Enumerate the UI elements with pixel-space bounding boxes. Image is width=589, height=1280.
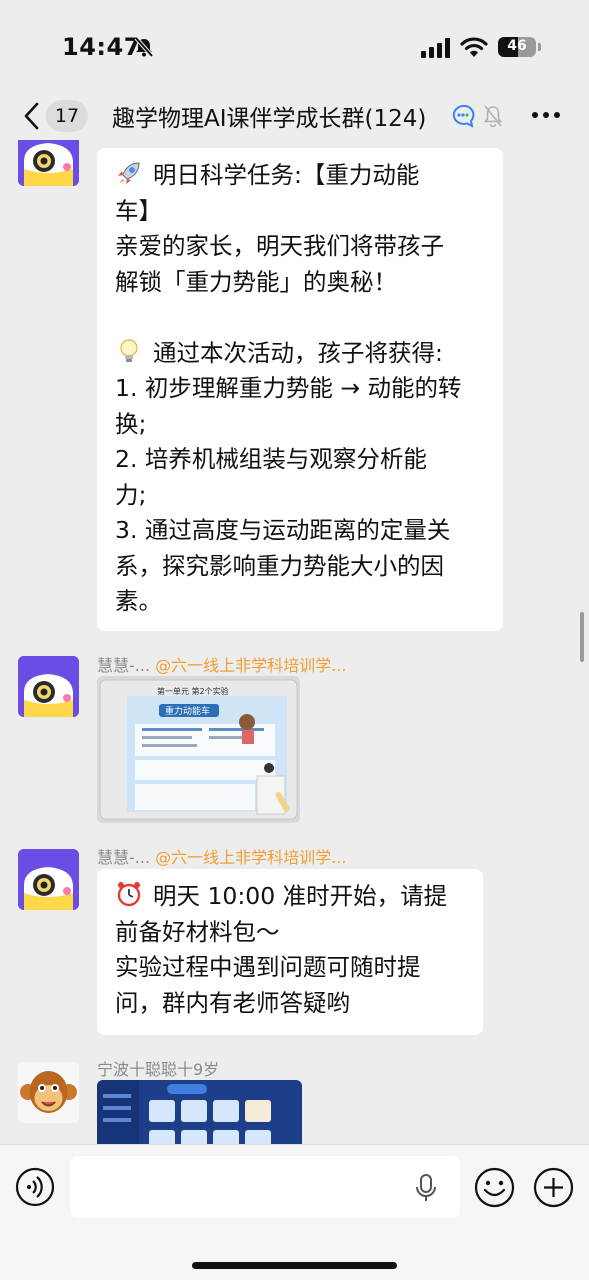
voice-icon[interactable] xyxy=(15,1167,55,1207)
sender-name: 慧慧-... @六一线上非学科培训学... xyxy=(97,844,346,868)
input-bar xyxy=(0,1144,589,1280)
message-line: 通过本次活动，孩子将获得: xyxy=(153,338,443,367)
app-screenshot-image xyxy=(97,1080,302,1144)
avatar[interactable] xyxy=(18,849,79,910)
message-bubble[interactable]: 明天 10:00 准时开始，请提 前备好材料包～ 实验过程中遇到问题可随时提 问… xyxy=(97,869,483,1035)
message-line: 换; xyxy=(115,409,147,438)
alarm-clock-icon xyxy=(117,882,141,907)
message-line: 前备好材料包～ xyxy=(115,917,280,946)
sender-label: 慧慧-... xyxy=(97,848,151,867)
bell-off-icon xyxy=(134,36,154,58)
avatar[interactable] xyxy=(18,140,79,186)
unread-count-badge[interactable]: 17 xyxy=(46,100,88,132)
microphone-icon[interactable] xyxy=(414,1173,438,1203)
image-card-title: 重力动能车 xyxy=(165,705,210,717)
message-line: 明天 10:00 准时开始，请提 xyxy=(153,882,448,910)
message-line: 2. 培养机械组装与观察分析能 xyxy=(115,445,427,473)
smiley-icon[interactable] xyxy=(474,1167,515,1208)
robot-avatar-icon xyxy=(18,849,79,910)
sender-name: 慧慧-... @六一线上非学科培训学... xyxy=(97,652,346,676)
rocket-icon xyxy=(118,162,140,184)
battery-tip xyxy=(538,43,541,51)
chat-ai-icon[interactable] xyxy=(450,103,476,129)
signal-icon xyxy=(421,38,450,58)
light-bulb-icon xyxy=(120,338,138,362)
battery-icon: 46 xyxy=(498,37,536,57)
message-line: 力; xyxy=(115,480,147,509)
sender-name: 宁波十聪聪十9岁 xyxy=(97,1060,220,1079)
status-bar: 14:47 46 xyxy=(0,0,589,92)
avatar[interactable] xyxy=(18,1062,79,1123)
message-list[interactable]: 明日科学任务:【重力动能 车】 亲爱的家长，明天我们将带孩子 解锁「重力势能」的… xyxy=(0,140,589,1144)
chevron-left-icon[interactable] xyxy=(18,100,44,132)
message-line: 3. 通过高度与运动距离的定量关 xyxy=(115,516,451,544)
robot-avatar-icon xyxy=(18,656,79,717)
status-time: 14:47 xyxy=(62,33,141,61)
material-package-image: 第一单元 第2个实验 重力动能车 xyxy=(97,676,300,823)
plus-icon[interactable] xyxy=(533,1167,574,1208)
monkey-avatar-icon xyxy=(18,1062,79,1123)
wifi-icon xyxy=(460,37,488,57)
message-input[interactable] xyxy=(70,1156,460,1218)
avatar[interactable] xyxy=(18,656,79,717)
mention-text: @六一线上非学科培训学... xyxy=(155,848,347,867)
message-line: 亲爱的家长，明天我们将带孩子 xyxy=(115,232,444,260)
message-line: 1. 初步理解重力势能 → 动能的转 xyxy=(115,374,462,402)
group-name: 趣学物理AI课伴学成长群 xyxy=(112,106,365,132)
sender-label: 慧慧-... xyxy=(97,656,151,675)
member-count: (124) xyxy=(364,106,427,132)
image-message[interactable]: 第一单元 第2个实验 重力动能车 xyxy=(97,676,300,823)
message-line: 实验过程中遇到问题可随时提 xyxy=(115,953,421,981)
message-line: 明日科学任务:【重力动能 xyxy=(153,161,420,189)
battery-level: 46 xyxy=(507,38,527,54)
message-line: 系，探究影响重力势能大小的因 xyxy=(115,551,444,580)
chat-header: 17 趣学物理AI课伴学成长群(124) xyxy=(0,92,589,140)
chat-title[interactable]: 趣学物理AI课伴学成长群(124) xyxy=(112,99,447,133)
home-indicator xyxy=(192,1262,397,1269)
image-message[interactable] xyxy=(97,1080,302,1144)
message-line: 车】 xyxy=(115,196,162,225)
mention-text: @六一线上非学科培训学... xyxy=(155,656,347,675)
message-line: 问，群内有老师答疑哟 xyxy=(115,988,350,1017)
message-line: 解锁「重力势能」的奥秘！ xyxy=(115,267,397,296)
message-bubble[interactable]: 明日科学任务:【重力动能 车】 亲爱的家长，明天我们将带孩子 解锁「重力势能」的… xyxy=(97,148,503,631)
image-header-text: 第一单元 第2个实验 xyxy=(157,686,229,696)
more-dots-icon[interactable] xyxy=(531,110,561,120)
bell-off-icon xyxy=(483,105,503,128)
scrollbar[interactable] xyxy=(580,612,584,662)
message-line: 素。 xyxy=(115,587,162,615)
robot-avatar-icon xyxy=(18,140,79,186)
